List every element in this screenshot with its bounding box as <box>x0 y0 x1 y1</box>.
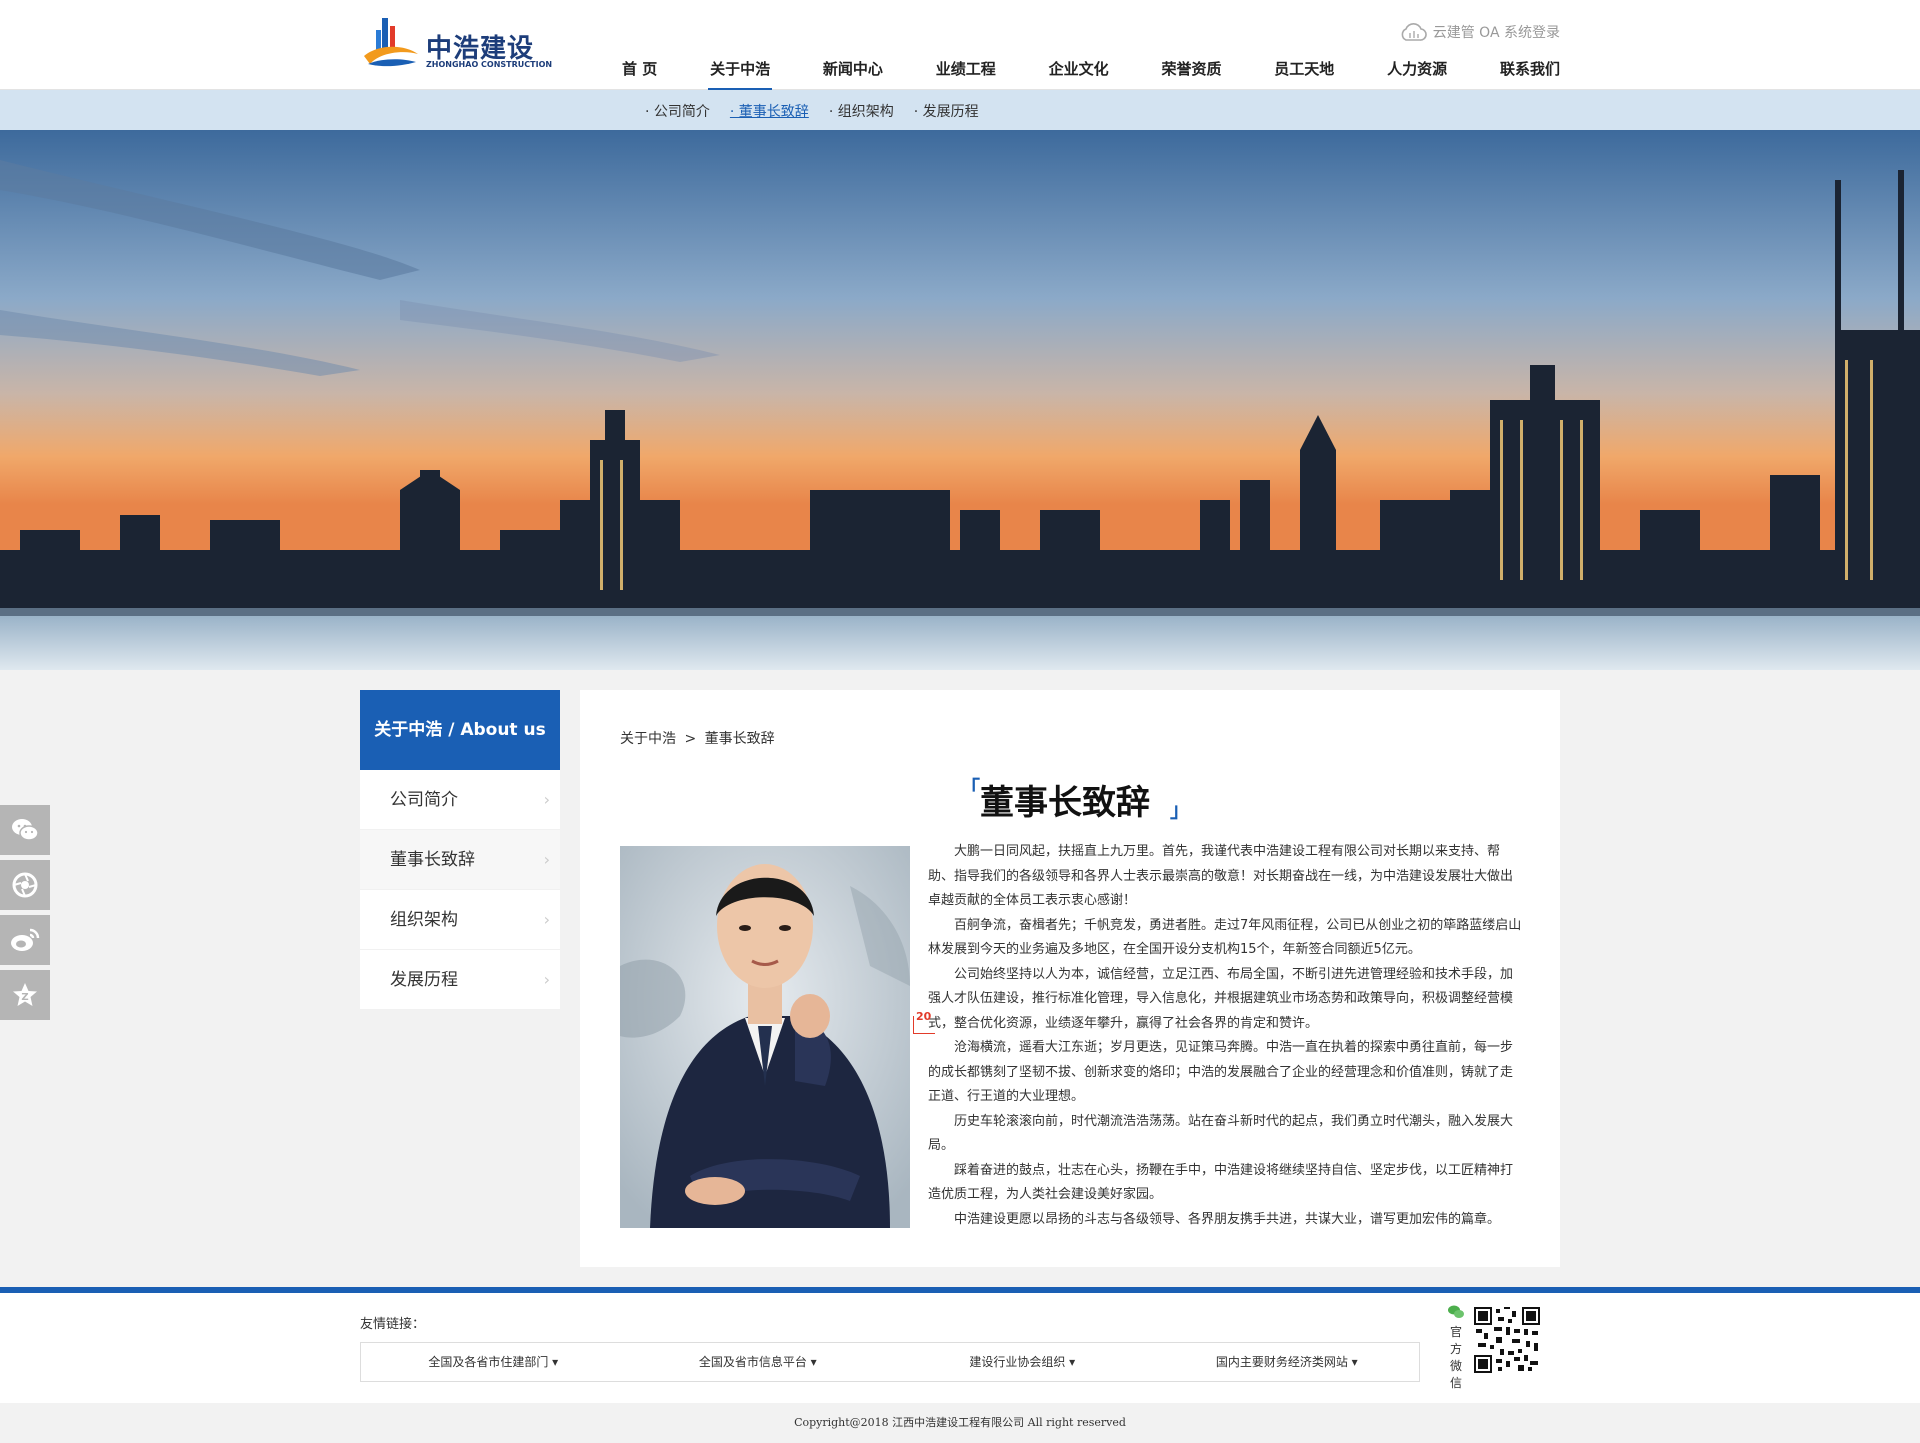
chevron-right-icon: › <box>543 910 550 929</box>
subnav-chairman-message[interactable]: · 董事长致辞 <box>730 101 809 121</box>
caret-down-icon: ▾ <box>552 1355 559 1369</box>
article-paragraph: 百舸争流，奋楫者先；千帆竞发，勇进者胜。走过7年风雨征程，公司已从创业之初的筚路… <box>928 917 1522 958</box>
weibo-icon <box>11 928 40 951</box>
open-quote-mark: 「 <box>960 776 980 800</box>
main-nav: 首 页 关于中浩 新闻中心 业绩工程 企业文化 荣誉资质 员工天地 人力资源 联… <box>620 58 1562 90</box>
sidebar-item-chairman-message[interactable]: 董事长致辞 › <box>360 830 560 890</box>
sidebar-title: 关于中浩 / About us <box>360 690 560 770</box>
article-paragraph: 历史车轮滚滚向前，时代潮流浩浩荡荡。站在奋斗新时代的起点，我们勇立时代潮头，融入… <box>928 1113 1514 1154</box>
breadcrumb-current: 董事长致辞 <box>704 731 775 747</box>
caret-down-icon: ▾ <box>810 1355 817 1369</box>
sidebar-item-organization[interactable]: 组织架构 › <box>360 890 560 950</box>
favorite-share-button[interactable]: Z <box>0 970 50 1020</box>
breadcrumb-separator: > <box>684 731 697 747</box>
article-title: 董事长致辞 <box>980 783 1150 823</box>
nav-culture[interactable]: 企业文化 <box>1047 58 1111 90</box>
article-paragraph: 踩着奋进的鼓点，壮志在心头，扬鞭在手中，中浩建设将继续坚持自信、坚定步伐，以工匠… <box>928 1162 1514 1203</box>
friendly-links-bar: 全国及各省市住建部门 ▾ 全国及省市信息平台 ▾ 建设行业协会组织 ▾ 国内主要… <box>360 1342 1420 1382</box>
overlay-tag: 20 <box>913 1010 935 1034</box>
logo-mark-icon <box>364 18 418 67</box>
wechat-icon <box>1448 1305 1464 1318</box>
sidebar-item-label: 董事长致辞 <box>390 850 475 870</box>
sidebar-item-label: 发展历程 <box>390 970 458 990</box>
wechat-share-button[interactable] <box>0 805 50 855</box>
oa-login-link[interactable]: 云建管 OA 系统登录 <box>1399 22 1560 42</box>
nav-staff[interactable]: 员工天地 <box>1272 58 1336 90</box>
caret-down-icon: ▾ <box>1351 1355 1358 1369</box>
chairman-portrait <box>620 846 910 1228</box>
subnav-organization[interactable]: · 组织架构 <box>829 101 894 121</box>
link-dropdown-finance-sites[interactable]: 国内主要财务经济类网站 ▾ <box>1155 1343 1420 1381</box>
wechat-qr-code <box>1474 1307 1540 1373</box>
wechat-icon <box>12 819 39 841</box>
link-dropdown-housing-departments[interactable]: 全国及各省市住建部门 ▾ <box>361 1343 626 1381</box>
breadcrumb: 关于中浩 > 董事长致辞 <box>620 728 775 748</box>
nav-home[interactable]: 首 页 <box>620 58 659 90</box>
link-dropdown-label: 全国及各省市住建部门 <box>428 1355 549 1369</box>
sub-nav-bar: · 公司简介 · 董事长致辞 · 组织架构 · 发展历程 <box>0 90 1920 130</box>
chevron-right-icon: › <box>543 970 550 989</box>
nav-honors[interactable]: 荣誉资质 <box>1159 58 1223 90</box>
article-paragraph: 沧海横流，遥看大江东逝；岁月更迭，见证策马奔腾。中浩一直在执着的探索中勇往直前，… <box>928 1040 1514 1104</box>
chevron-right-icon: › <box>543 790 550 809</box>
official-wechat: 官方微信 <box>1446 1305 1466 1392</box>
sidebar-menu: 公司简介 › 董事长致辞 › 组织架构 › 发展历程 › <box>360 770 560 1010</box>
site-footer: 友情链接： 全国及各省市住建部门 ▾ 全国及省市信息平台 ▾ 建设行业协会组织 … <box>0 1293 1920 1403</box>
link-dropdown-info-platforms[interactable]: 全国及省市信息平台 ▾ <box>626 1343 891 1381</box>
sidebar-item-history[interactable]: 发展历程 › <box>360 950 560 1010</box>
cloud-icon <box>1401 23 1427 41</box>
link-dropdown-label: 全国及省市信息平台 <box>698 1355 807 1369</box>
main-content-panel: 关于中浩 > 董事长致辞 「 董事长致辞 」 大鹏一日同风起，扶摇直上九万里。首… <box>580 690 1560 1267</box>
friendly-links-label: 友情链接： <box>360 1317 426 1332</box>
svg-text:Z: Z <box>21 992 28 1003</box>
logo-subtitle: ZHONGHAO CONSTRUCTION <box>426 60 553 69</box>
star-badge-icon: Z <box>13 983 37 1006</box>
link-dropdown-industry-associations[interactable]: 建设行业协会组织 ▾ <box>890 1343 1155 1381</box>
nav-contact[interactable]: 联系我们 <box>1498 58 1562 90</box>
copyright-text: Copyright@2018 江西中浩建设工程有限公司 All right re… <box>0 1403 1920 1443</box>
link-dropdown-label: 建设行业协会组织 <box>969 1355 1066 1369</box>
subnav-history[interactable]: · 发展历程 <box>914 101 979 121</box>
article-paragraph: 中浩建设更愿以昂扬的斗志与各级领导、各界朋友携手共进，共谋大业，谱写更加宏伟的篇… <box>954 1211 1501 1227</box>
caret-down-icon: ▾ <box>1069 1355 1076 1369</box>
article-body: 大鹏一日同风起，扶摇直上九万里。首先，我谨代表中浩建设工程有限公司对长期以来支持… <box>928 840 1522 1232</box>
overlay-tag-label: 20 <box>916 1010 932 1023</box>
camera-share-button[interactable] <box>0 860 50 910</box>
chevron-right-icon: › <box>543 850 550 869</box>
close-quote-mark: 」 <box>1170 798 1190 822</box>
breadcrumb-parent-link[interactable]: 关于中浩 <box>620 731 676 747</box>
subnav-company-profile[interactable]: · 公司简介 <box>645 101 710 121</box>
oa-login-label: 云建管 OA 系统登录 <box>1432 25 1560 41</box>
sidebar-item-label: 公司简介 <box>390 790 458 810</box>
sidebar-item-company-profile[interactable]: 公司简介 › <box>360 770 560 830</box>
nav-hr[interactable]: 人力资源 <box>1385 58 1449 90</box>
official-wechat-label: 官方微信 <box>1449 1325 1462 1390</box>
camera-shutter-icon <box>12 872 38 898</box>
article-paragraph: 公司始终坚持以人为本，诚信经营，立足江西、布局全国，不断引进先进管理经验和技术手… <box>928 966 1514 1031</box>
article-paragraph: 大鹏一日同风起，扶摇直上九万里。首先，我谨代表中浩建设工程有限公司对长期以来支持… <box>928 844 1514 908</box>
hero-banner-image <box>0 130 1920 670</box>
site-header: 中浩建设 ZHONGHAO CONSTRUCTION 云建管 OA 系统登录 首… <box>0 0 1920 90</box>
nav-about[interactable]: 关于中浩 <box>708 58 773 90</box>
weibo-share-button[interactable] <box>0 915 50 965</box>
company-logo[interactable]: 中浩建设 ZHONGHAO CONSTRUCTION <box>360 14 552 74</box>
nav-news[interactable]: 新闻中心 <box>821 58 885 90</box>
nav-projects[interactable]: 业绩工程 <box>934 58 998 90</box>
link-dropdown-label: 国内主要财务经济类网站 <box>1215 1355 1348 1369</box>
sidebar-item-label: 组织架构 <box>390 910 458 930</box>
